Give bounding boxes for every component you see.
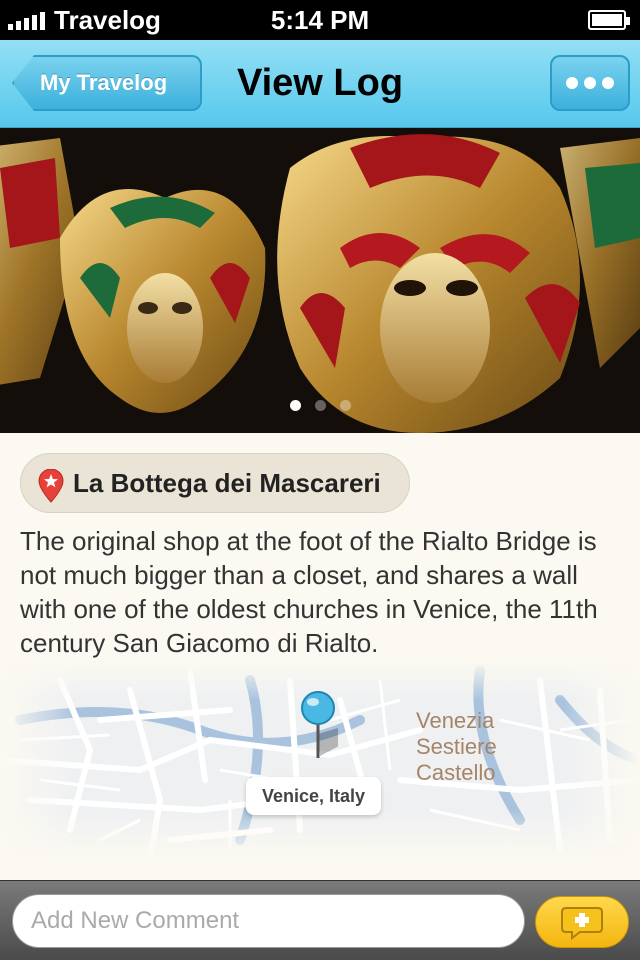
place-description: The original shop at the foot of the Ria… bbox=[20, 526, 598, 658]
add-comment-button[interactable] bbox=[535, 896, 629, 948]
map-pin-icon[interactable] bbox=[298, 690, 338, 770]
map-district-label: Venezia Sestiere Castello bbox=[416, 708, 497, 785]
carousel-dot[interactable] bbox=[339, 400, 351, 411]
carousel-page-indicator[interactable] bbox=[0, 400, 640, 411]
carnival-masks-photo bbox=[0, 128, 640, 433]
map-location-callout[interactable]: Venice, Italy bbox=[246, 777, 382, 815]
photo-carousel[interactable] bbox=[0, 128, 640, 433]
place-name: La Bottega dei Mascareri bbox=[73, 467, 381, 498]
add-comment-icon bbox=[561, 907, 603, 940]
status-bar: Travelog 5:14 PM bbox=[0, 0, 640, 40]
page-title: View Log bbox=[236, 62, 404, 104]
carousel-dot-active[interactable] bbox=[289, 400, 301, 411]
carousel-dot[interactable] bbox=[314, 400, 326, 411]
map-pin-star-icon bbox=[38, 469, 64, 503]
place-badge[interactable]: La Bottega dei Mascareri bbox=[20, 453, 410, 513]
status-time: 5:14 PM bbox=[270, 5, 370, 35]
battery-icon bbox=[588, 10, 630, 30]
comment-input[interactable] bbox=[12, 894, 525, 948]
